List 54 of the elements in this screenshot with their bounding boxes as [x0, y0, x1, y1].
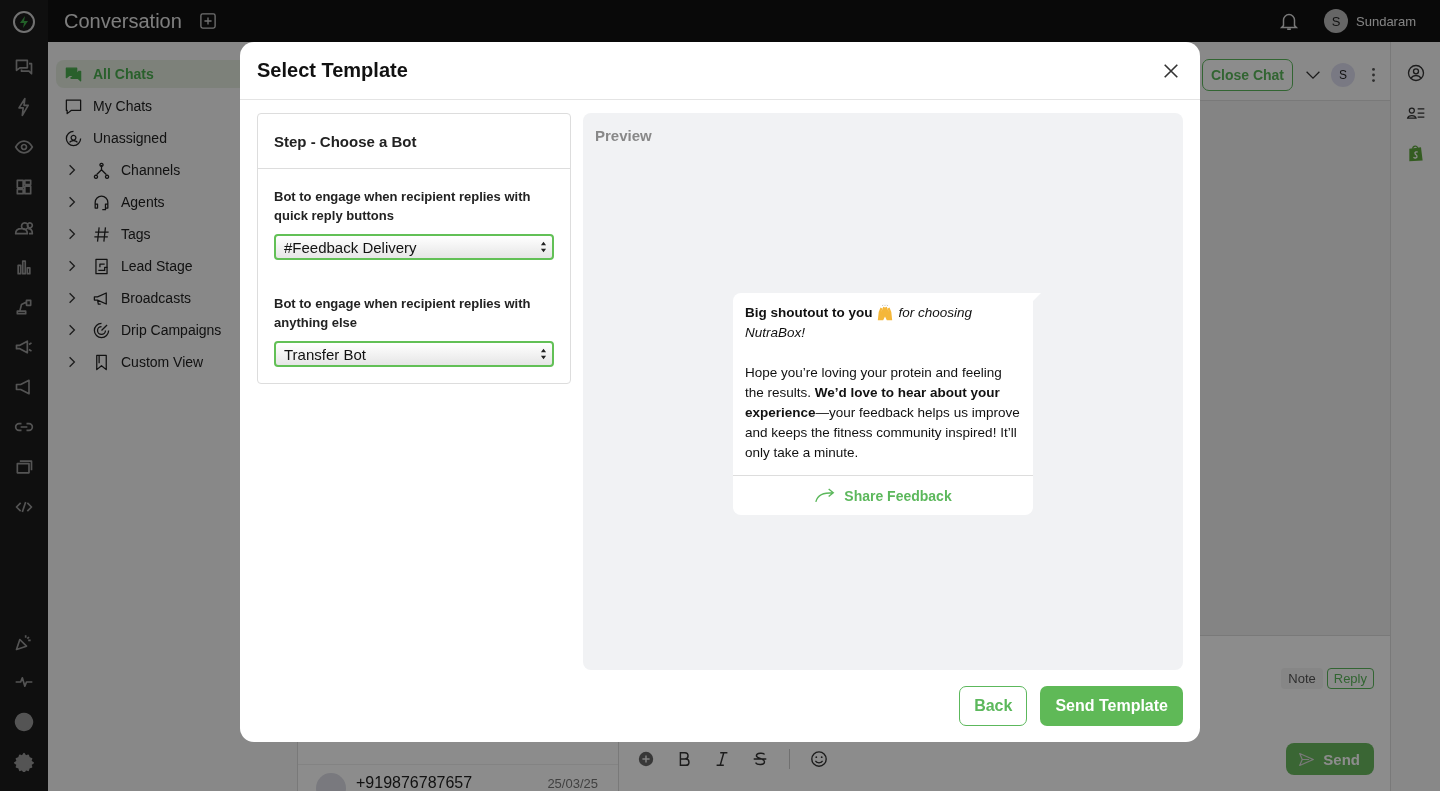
step-title: Step - Choose a Bot [274, 132, 417, 150]
add-icon[interactable] [199, 13, 216, 29]
page-title: Conversation [64, 9, 182, 33]
chevron-icon[interactable] [68, 291, 76, 305]
nav-icon[interactable] [14, 457, 34, 477]
user-name[interactable]: Sundaram [1356, 13, 1416, 29]
chevron-icon[interactable] [68, 259, 76, 273]
nav-icon[interactable] [14, 297, 34, 317]
logo-icon [12, 10, 36, 34]
nav-icon[interactable] [14, 57, 34, 77]
field-label: Bot to engage when recipient replies with quick reply buttons [274, 188, 532, 225]
strikethrough-icon[interactable] [751, 750, 769, 768]
user-avatar[interactable]: S [1324, 9, 1348, 33]
sidebar-item-icon [92, 320, 111, 340]
sidebar-item-icon [92, 160, 111, 180]
message-heading: Big shoutout to you [745, 304, 873, 322]
sidebar-item[interactable]: My Chats [56, 92, 289, 120]
forward-arrow-icon [814, 488, 837, 503]
contact-name[interactable]: +919876787657 [356, 774, 538, 791]
chevron-icon[interactable] [68, 355, 76, 369]
chevron-icon[interactable] [68, 195, 76, 209]
bot-select[interactable]: #Feedback Delivery [274, 234, 554, 260]
send-icon [1298, 750, 1316, 768]
sidebar-item-icon [92, 224, 111, 244]
chevron-down-icon[interactable] [1305, 70, 1321, 80]
chevron-icon[interactable] [68, 163, 76, 177]
nav-icon[interactable] [14, 137, 34, 157]
chevron-icon[interactable] [68, 323, 76, 337]
message-text: Hope you’re loving your protein and feeling the results. We’d love to hear about your experience—your feedback helps us improve and keeps the fitness community inspired! It’ll only take a minute. [745, 364, 1021, 462]
message-heading-rest: NutraBox! [745, 325, 806, 340]
bot-select[interactable]: Transfer Bot [274, 341, 554, 367]
nav-icon[interactable] [14, 257, 34, 277]
more-icon[interactable] [1371, 67, 1376, 83]
message-heading-rest: for choosing [898, 304, 973, 322]
updown-arrows-icon [540, 241, 547, 253]
nav-icon[interactable] [14, 337, 34, 357]
field-label: Bot to engage when recipient replies with anything else [274, 295, 532, 332]
profile-icon[interactable] [1405, 62, 1426, 84]
updown-arrows-icon [540, 348, 547, 360]
preview-title: Preview [595, 127, 652, 144]
sidebar-item[interactable]: Channels [56, 156, 289, 184]
close-icon[interactable] [1162, 61, 1180, 80]
composer-mode-tab[interactable]: Note [1281, 668, 1323, 689]
sidebar-item-icon [64, 128, 83, 148]
nav-icon[interactable] [14, 177, 34, 197]
assignee-avatar[interactable]: S [1331, 63, 1355, 87]
sidebar-item-icon [92, 256, 111, 276]
emoji-icon[interactable] [810, 750, 828, 768]
nav-icon[interactable] [14, 632, 34, 652]
settings-icon[interactable] [14, 752, 34, 772]
chevron-icon[interactable] [68, 227, 76, 241]
chat-date: 25/03/25 [547, 775, 598, 791]
raised-hands-icon [876, 304, 895, 322]
add-icon[interactable] [637, 750, 655, 768]
